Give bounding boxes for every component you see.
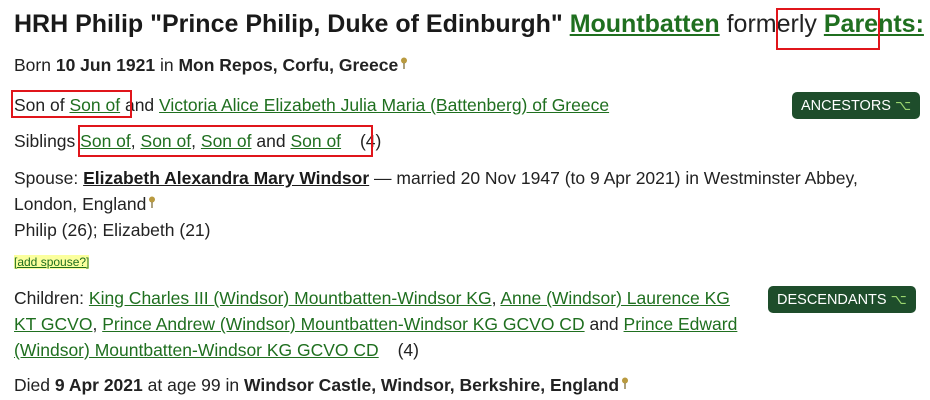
siblings-prefix: Siblings <box>14 131 76 151</box>
death-place: Windsor Castle, Windsor, Berkshire, Engl… <box>243 375 620 395</box>
highlight-box-parents <box>776 8 880 50</box>
death-prefix: Died <box>14 375 50 395</box>
children-line-1: Children: King Charles III (Windsor) Mou… <box>14 288 730 309</box>
child-link-edward[interactable]: Prince Edward <box>624 314 738 334</box>
children-prefix: Children: <box>14 288 85 308</box>
death-line: Died 9 Apr 2021 at age 99 in Windsor Cas… <box>14 375 629 396</box>
children-comma: , <box>491 288 497 308</box>
marriage-ages: Philip (26); Elizabeth (21) <box>14 220 211 240</box>
ancestors-label: ANCESTORS <box>801 98 891 114</box>
birth-place: Mon Repos, Corfu, Greece <box>178 55 399 75</box>
children-line-2: KT GCVO, Prince Andrew (Windsor) Mountba… <box>14 314 737 335</box>
surname-link[interactable]: Mountbatten <box>570 10 720 38</box>
birth-date: 10 Jun 1921 <box>55 55 156 75</box>
tree-icon: ⌥ <box>894 97 912 113</box>
marriage-details: — married 20 Nov 1947 (to 9 Apr 2021) in… <box>374 168 858 188</box>
marriage-place: London, England <box>14 194 147 214</box>
children-comma: , <box>92 314 98 334</box>
birth-prefix: Born <box>14 55 51 75</box>
highlight-box-siblings <box>78 125 373 157</box>
child-link-andrew[interactable]: Prince Andrew (Windsor) Mountbatten-Wind… <box>102 314 584 334</box>
add-spouse-link[interactable]: [add spouse?] <box>14 255 90 269</box>
pin-icon[interactable] <box>621 377 629 389</box>
birth-in: in <box>159 55 174 75</box>
child-link-charles[interactable]: King Charles III (Windsor) Mountbatten-W… <box>89 288 492 308</box>
death-date: 9 Apr 2021 <box>54 375 143 395</box>
descendants-label: DESCENDANTS <box>777 292 887 308</box>
spouse-prefix: Spouse: <box>14 168 79 188</box>
pin-icon[interactable] <box>400 57 408 69</box>
children-and: and <box>589 314 619 334</box>
child-link-anne-cont[interactable]: KT GCVO <box>14 314 92 334</box>
spouse-line: Spouse: Elizabeth Alexandra Mary Windsor… <box>14 168 858 189</box>
ancestors-button[interactable]: ANCESTORS ⌥ <box>792 92 921 119</box>
children-count: (4) <box>397 340 419 360</box>
child-link-edward-cont[interactable]: (Windsor) Mountbatten-Windsor KG GCVO CD <box>14 340 379 360</box>
highlight-box-son-of <box>11 90 132 118</box>
death-age: at age 99 in <box>147 375 240 395</box>
child-link-anne[interactable]: Anne (Windsor) Laurence KG <box>500 288 730 308</box>
person-name: HRH Philip "Prince Philip, Duke of Edinb… <box>14 10 563 38</box>
children-line-3: (Windsor) Mountbatten-Windsor KG GCVO CD… <box>14 340 419 361</box>
pin-icon[interactable] <box>148 196 156 208</box>
descendants-button[interactable]: DESCENDANTS ⌥ <box>768 286 916 313</box>
marriage-place-line: London, England <box>14 194 156 215</box>
birth-line: Born 10 Jun 1921 in Mon Repos, Corfu, Gr… <box>14 55 408 76</box>
mother-link[interactable]: Victoria Alice Elizabeth Julia Maria (Ba… <box>159 95 609 115</box>
spouse-link[interactable]: Elizabeth Alexandra Mary Windsor <box>83 168 369 188</box>
tree-icon: ⌥ <box>890 291 907 307</box>
